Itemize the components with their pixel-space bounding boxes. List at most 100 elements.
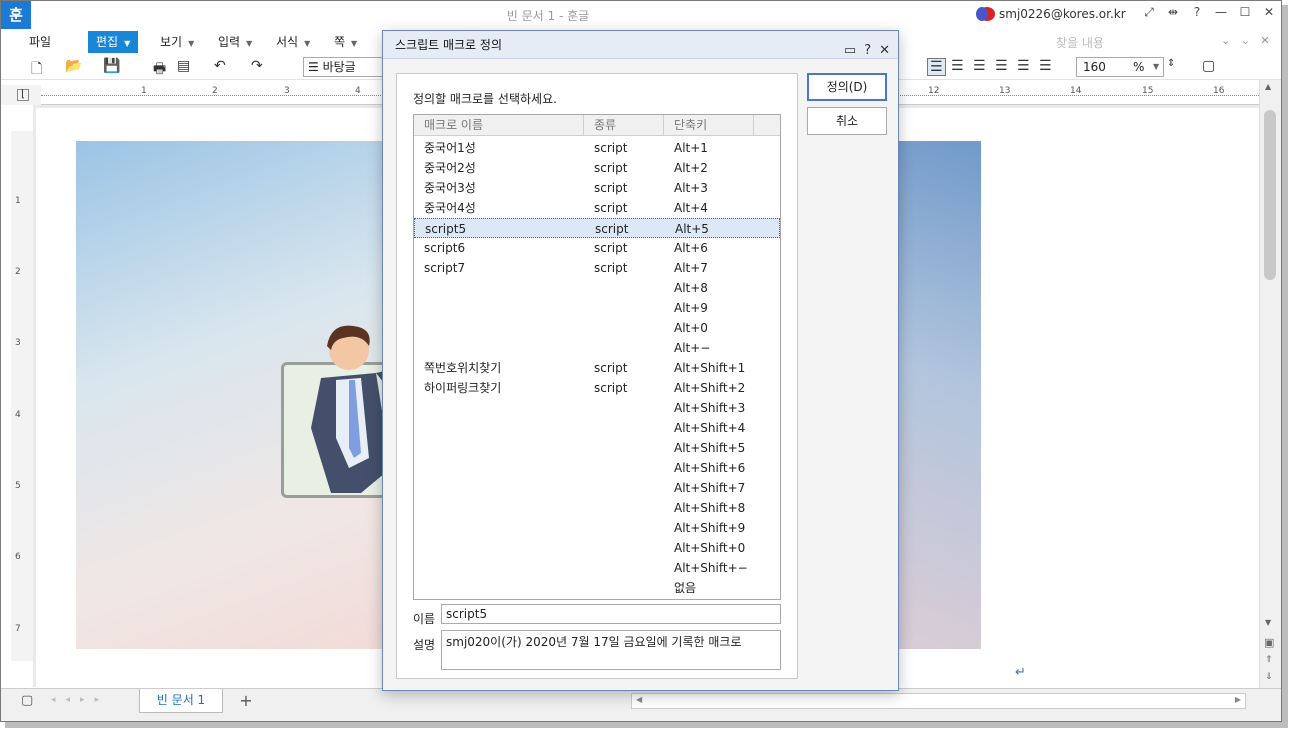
style-select[interactable]: ☰ 바탕글 (303, 57, 389, 77)
search-field[interactable]: 찾을 내용 (1056, 34, 1104, 51)
title-bar: 훈 빈 문서 1 - 훈글 smj0226@kores.or.kr ⤢ ⇹ ? … (1, 1, 1281, 30)
horizontal-scrollbar[interactable]: ◀ ▶ (631, 693, 1246, 709)
scrollbar-thumb[interactable] (1264, 110, 1276, 280)
tab-stop-icon[interactable]: ⌊ (17, 89, 29, 101)
menu-insert[interactable]: 입력 ▼ (210, 31, 260, 53)
scroll-down-icon[interactable]: ▼ (1265, 618, 1271, 627)
macro-key: Alt+Shift+3 (674, 401, 746, 415)
list-item[interactable]: Alt+Shift+9 (414, 518, 780, 538)
print-icon[interactable]: 🖶 (153, 58, 166, 82)
macro-key: Alt+Shift+2 (674, 381, 746, 395)
distribute-icon[interactable]: ☰ (1017, 58, 1030, 74)
chevron-down-icon: ▼ (188, 39, 195, 48)
vertical-ruler[interactable]: 1 2 3 4 5 6 7 (11, 131, 33, 661)
new-doc-icon[interactable]: 🗋 (31, 58, 42, 82)
list-item[interactable]: 중국어2성 script Alt+2 (414, 158, 780, 178)
macro-type: script (594, 361, 628, 375)
fullscreen-icon[interactable]: ⤢ (1137, 5, 1161, 20)
minimize-button[interactable]: — (1209, 5, 1233, 20)
macro-key: Alt+0 (674, 321, 708, 335)
add-tab-button[interactable]: + (233, 691, 259, 711)
menu-page[interactable]: 쪽 ▼ (326, 31, 365, 53)
column-header-type[interactable]: 종류 (584, 115, 664, 136)
prev-page-icon[interactable]: ⇑ (1265, 655, 1273, 665)
list-item[interactable]: Alt+Shift+5 (414, 438, 780, 458)
close-button[interactable]: ✕ (1257, 5, 1281, 20)
dialog-title: 스크립트 매크로 정의 ▭ ? ✕ (383, 31, 898, 59)
list-item[interactable]: script6 script Alt+6 (414, 238, 780, 258)
column-header-key[interactable]: 단축키 (664, 115, 754, 136)
align-right-icon[interactable]: ☰ (995, 58, 1008, 74)
list-item[interactable]: Alt+0 (414, 318, 780, 338)
list-item[interactable]: Alt+Shift+8 (414, 498, 780, 518)
window-controls: ⤢ ⇹ ? — ☐ ✕ (1137, 5, 1281, 20)
redo-icon[interactable]: ↷ (251, 58, 263, 74)
list-item[interactable]: Alt+Shift+6 (414, 458, 780, 478)
maximize-button[interactable]: ☐ (1233, 5, 1257, 20)
macro-key: Alt+Shift+9 (674, 521, 746, 535)
menu-format[interactable]: 서식 ▼ (268, 31, 318, 53)
macro-key: Alt+2 (674, 161, 708, 175)
macro-list[interactable]: 매크로 이름 종류 단축키 중국어1성 script Alt+1 중국어2성 scrip… (413, 114, 781, 600)
scroll-up-icon[interactable]: ▲ (1265, 82, 1271, 91)
list-item[interactable]: 하이퍼링크찾기 script Alt+Shift+2 (414, 378, 780, 398)
preview-icon[interactable]: ▤ (177, 58, 190, 74)
chevron-down-icon: ▼ (1153, 62, 1160, 71)
list-item[interactable]: 중국어3성 script Alt+3 (414, 178, 780, 198)
zoom-stepper[interactable]: ⇕ (1167, 58, 1175, 69)
list-item[interactable]: script5 script Alt+5 (414, 218, 780, 238)
user-account[interactable]: smj0226@kores.or.kr (976, 7, 1126, 21)
list-item[interactable]: Alt+9 (414, 298, 780, 318)
list-item[interactable]: Alt+− (414, 338, 780, 358)
list-item[interactable]: Alt+Shift+4 (414, 418, 780, 438)
vertical-scrollbar[interactable]: ▲ ▼ ▣ ⇑ ⇓ (1259, 80, 1281, 688)
menu-edit[interactable]: 편집 ▼ (88, 31, 139, 53)
page-icon[interactable]: ▢ (21, 693, 33, 708)
tab-nav-arrows-icon[interactable]: ◂◂▸▸ (51, 695, 109, 705)
help-icon[interactable]: ? (1185, 5, 1209, 20)
chevron-down-icon: ▼ (124, 39, 131, 48)
description-field[interactable]: smj020이(가) 2020년 7월 17일 금요일에 기록한 매크로 (441, 630, 781, 670)
open-folder-icon[interactable]: 📂 (65, 58, 82, 74)
scroll-left-icon[interactable]: ◀ (636, 695, 642, 704)
macro-name: 중국어3성 (424, 181, 476, 195)
doc-tab[interactable]: 빈 문서 1 (139, 689, 223, 713)
menu-file[interactable]: 파일 (21, 31, 59, 53)
align-left-icon[interactable]: ☰ (951, 58, 964, 74)
list-item[interactable]: Alt+Shift+3 (414, 398, 780, 418)
window-shadow (1282, 5, 1288, 727)
page-view-icon[interactable]: ▣ (1264, 636, 1274, 649)
name-field[interactable]: script5 (441, 604, 781, 624)
scroll-right-icon[interactable]: ▶ (1235, 695, 1241, 704)
align-justify-icon[interactable]: ☰ (927, 58, 946, 76)
align-center-icon[interactable]: ☰ (973, 58, 986, 74)
cancel-button[interactable]: 취소 (807, 107, 887, 135)
comment-icon[interactable]: ▭ (844, 37, 856, 65)
macro-key: Alt+9 (674, 301, 708, 315)
list-item[interactable]: script7 script Alt+7 (414, 258, 780, 278)
chevron-down-icon: ▼ (304, 39, 311, 48)
define-button[interactable]: 정의(D) (807, 73, 887, 101)
list-item[interactable]: Alt+Shift+0 (414, 538, 780, 558)
close-icon[interactable]: ✕ (879, 37, 890, 65)
chevron-down-icon: ▼ (246, 39, 253, 48)
chevron-down-icon[interactable]: ⌄ ⌄ ✕ (1221, 34, 1270, 47)
list-item[interactable]: 없음 (414, 578, 780, 598)
divide-icon[interactable]: ☰ (1039, 58, 1052, 74)
next-page-icon[interactable]: ⇓ (1265, 672, 1273, 682)
frame-icon[interactable]: ▢ (1202, 58, 1215, 74)
list-item[interactable]: 중국어1성 script Alt+1 (414, 138, 780, 158)
undo-icon[interactable]: ↶ (214, 58, 226, 74)
help-icon[interactable]: ? (864, 37, 871, 65)
list-item[interactable]: Alt+Shift+7 (414, 478, 780, 498)
list-item[interactable]: 쪽번호위치찾기 script Alt+Shift+1 (414, 358, 780, 378)
zoom-input[interactable]: 160% ▼ (1076, 57, 1164, 77)
split-icon[interactable]: ⇹ (1161, 5, 1185, 20)
save-icon[interactable]: 💾 (103, 58, 120, 74)
macro-name: 쪽번호위치찾기 (424, 361, 502, 375)
menu-view[interactable]: 보기 ▼ (152, 31, 202, 53)
list-item[interactable]: 중국어4성 script Alt+4 (414, 198, 780, 218)
list-item[interactable]: Alt+Shift+− (414, 558, 780, 578)
list-item[interactable]: Alt+8 (414, 278, 780, 298)
column-header-name[interactable]: 매크로 이름 (414, 115, 584, 136)
